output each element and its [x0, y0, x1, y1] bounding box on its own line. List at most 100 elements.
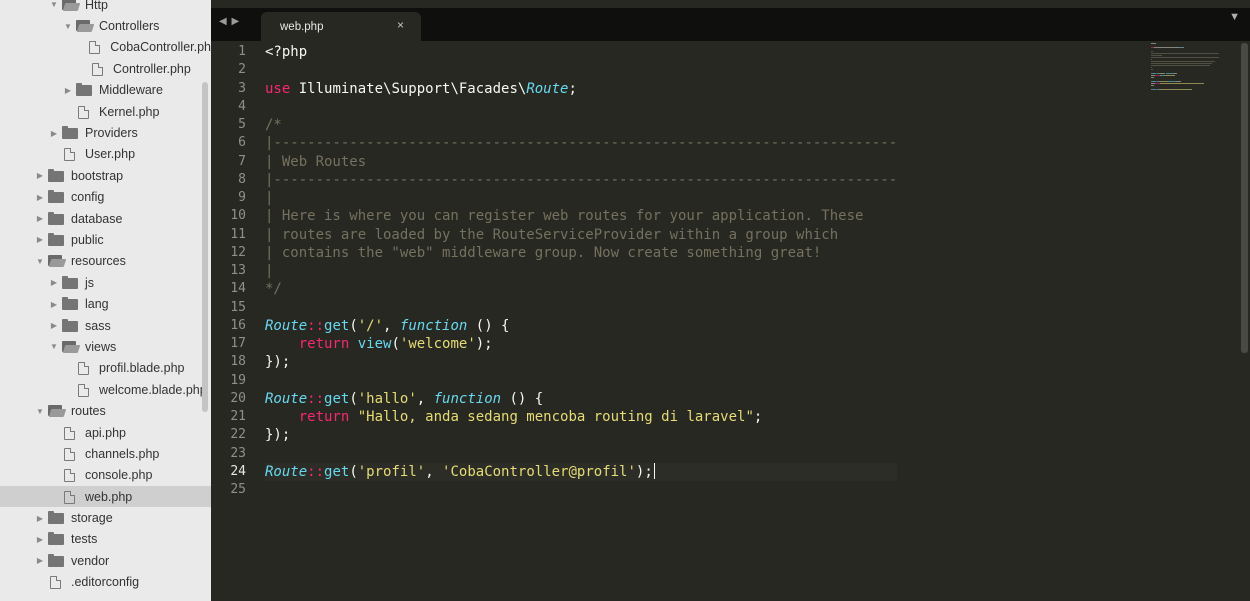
line-number: 9	[238, 190, 246, 205]
code-token: | contains the "web" middleware group. N…	[265, 244, 822, 261]
minimap-stroke	[1190, 89, 1193, 90]
disclosure-collapsed-icon[interactable]: ▶	[62, 86, 74, 95]
tree-folder[interactable]: ▶ bootstrap	[0, 165, 211, 186]
file-tree-sidebar: ▼Http▼Controllers▶CobaController.ph▶Cont…	[0, 0, 211, 601]
disclosure-collapsed-icon[interactable]: ▶	[48, 129, 60, 138]
code-token: 'welcome'	[399, 336, 476, 352]
code-line[interactable]: ​	[265, 481, 897, 499]
code-token: ;	[753, 409, 763, 425]
tree-folder[interactable]: ▶ config	[0, 187, 211, 208]
tab-nav-arrows-icon[interactable]: ◀ ▶	[219, 8, 240, 36]
file-tree: ▼Http▼Controllers▶CobaController.ph▶Cont…	[0, 0, 211, 593]
tree-folder[interactable]: ▼ Http	[0, 0, 211, 15]
code-line[interactable]: return view('welcome');	[265, 335, 897, 353]
tree-file[interactable]: ▶api.php	[0, 422, 211, 443]
tree-file[interactable]: ▶User.php	[0, 144, 211, 165]
tree-item-label: console.php	[85, 468, 153, 483]
code-token: (	[349, 317, 358, 334]
tab-web-php[interactable]: web.php ×	[261, 12, 421, 41]
code-line[interactable]: ​	[265, 445, 897, 463]
disclosure-expanded-icon[interactable]: ▼	[48, 342, 60, 351]
disclosure-collapsed-icon[interactable]: ▶	[48, 300, 60, 309]
code-line[interactable]: Route::get('/', function () {	[265, 317, 897, 335]
tree-folder[interactable]: ▼ Controllers	[0, 15, 211, 36]
tree-file[interactable]: ▶Kernel.php	[0, 101, 211, 122]
minimap-stroke	[1172, 73, 1178, 74]
disclosure-expanded-icon[interactable]: ▼	[62, 22, 74, 31]
close-icon[interactable]: ×	[397, 18, 404, 32]
line-number: 14	[230, 281, 246, 297]
code-line[interactable]: return "Hallo, anda sedang mencoba routi…	[265, 408, 897, 426]
disclosure-collapsed-icon[interactable]: ▶	[48, 278, 60, 287]
code-line[interactable]: | Web Routes	[265, 153, 897, 171]
tree-file[interactable]: ▶console.php	[0, 465, 211, 486]
tree-folder[interactable]: ▼ routes	[0, 400, 211, 421]
tree-item-label: Middleware	[99, 83, 163, 98]
code-line[interactable]: | Here is where you can register web rou…	[265, 207, 897, 225]
code-line[interactable]: Route::get('profil', 'CobaController@pro…	[265, 462, 898, 481]
tree-file[interactable]: ▶channels.php	[0, 443, 211, 464]
folder-icon	[76, 83, 93, 97]
code-line[interactable]: ​	[265, 98, 897, 116]
tree-folder[interactable]: ▶ vendor	[0, 550, 211, 571]
tree-folder[interactable]: ▶ Middleware	[0, 80, 211, 101]
file-icon	[62, 447, 79, 461]
tree-folder[interactable]: ▶ storage	[0, 507, 211, 528]
code-line[interactable]: | contains the "web" middleware group. N…	[265, 244, 897, 262]
disclosure-collapsed-icon[interactable]: ▶	[34, 535, 46, 544]
tree-file[interactable]: ▶.editorconfig	[0, 572, 211, 593]
minimap-stroke	[1161, 83, 1204, 84]
tree-file[interactable]: ▶web.php	[0, 485, 211, 508]
minimap-stroke	[1161, 89, 1169, 90]
tree-folder[interactable]: ▶ lang	[0, 293, 211, 314]
disclosure-expanded-icon[interactable]: ▼	[34, 257, 46, 266]
code-line[interactable]: | routes are loaded by the RouteServiceP…	[265, 226, 897, 244]
tree-item-label: tests	[71, 532, 98, 547]
minimap[interactable]	[1151, 43, 1231, 93]
code-line[interactable]: ​	[265, 299, 897, 317]
disclosure-collapsed-icon[interactable]: ▶	[34, 514, 46, 523]
tree-file[interactable]: ▶Controller.php	[0, 58, 211, 79]
tree-folder[interactable]: ▶ js	[0, 272, 211, 293]
code-line[interactable]: });	[265, 426, 897, 444]
tree-folder[interactable]: ▶ public	[0, 229, 211, 250]
disclosure-collapsed-icon[interactable]: ▶	[48, 321, 60, 330]
tree-folder[interactable]: ▶ tests	[0, 529, 211, 550]
code-token: | routes are loaded by the RouteServiceP…	[265, 226, 839, 243]
disclosure-collapsed-icon[interactable]: ▶	[34, 171, 46, 180]
disclosure-collapsed-icon[interactable]: ▶	[34, 235, 46, 244]
code-line[interactable]: Route::get('hallo', function () {	[265, 390, 897, 408]
editor-scrollbar[interactable]	[1241, 43, 1248, 353]
sidebar-scrollbar[interactable]	[202, 82, 208, 412]
disclosure-collapsed-icon[interactable]: ▶	[34, 193, 46, 202]
disclosure-expanded-icon[interactable]: ▼	[34, 407, 46, 416]
chevron-down-icon[interactable]: ▼	[1229, 11, 1240, 23]
tree-folder[interactable]: ▼ resources	[0, 251, 211, 272]
tree-folder[interactable]: ▼ views	[0, 336, 211, 357]
code-line[interactable]: |	[265, 262, 897, 280]
disclosure-collapsed-icon[interactable]: ▶	[34, 214, 46, 223]
tree-folder[interactable]: ▶ sass	[0, 315, 211, 336]
minimap-stroke	[1151, 69, 1153, 70]
tree-folder[interactable]: ▶ database	[0, 208, 211, 229]
code-line[interactable]: use Illuminate\Support\Facades\Route;	[265, 80, 897, 98]
tree-file[interactable]: ▶CobaController.ph	[0, 37, 211, 58]
code-area[interactable]: <?php​use Illuminate\Support\Facades\Rou…	[265, 43, 898, 499]
disclosure-expanded-icon[interactable]: ▼	[48, 0, 60, 9]
code-line[interactable]: ​	[265, 372, 897, 390]
tree-file[interactable]: ▶profil.blade.php	[0, 358, 211, 379]
minimap-stroke	[1151, 77, 1154, 78]
tree-file[interactable]: ▶welcome.blade.php	[0, 379, 211, 400]
code-line[interactable]: <?php	[265, 43, 897, 61]
code-line[interactable]: */	[265, 280, 897, 298]
code-line[interactable]: ​	[265, 61, 897, 79]
disclosure-collapsed-icon[interactable]: ▶	[34, 556, 46, 565]
code-line[interactable]: |---------------------------------------…	[265, 134, 897, 152]
tree-folder[interactable]: ▶ Providers	[0, 122, 211, 143]
minimap-stroke	[1183, 47, 1185, 48]
code-token: 'profil'	[357, 463, 426, 480]
code-line[interactable]: |---------------------------------------…	[265, 171, 897, 189]
code-line[interactable]: /*	[265, 116, 897, 134]
code-line[interactable]: |	[265, 189, 897, 207]
code-line[interactable]: });	[265, 353, 897, 371]
